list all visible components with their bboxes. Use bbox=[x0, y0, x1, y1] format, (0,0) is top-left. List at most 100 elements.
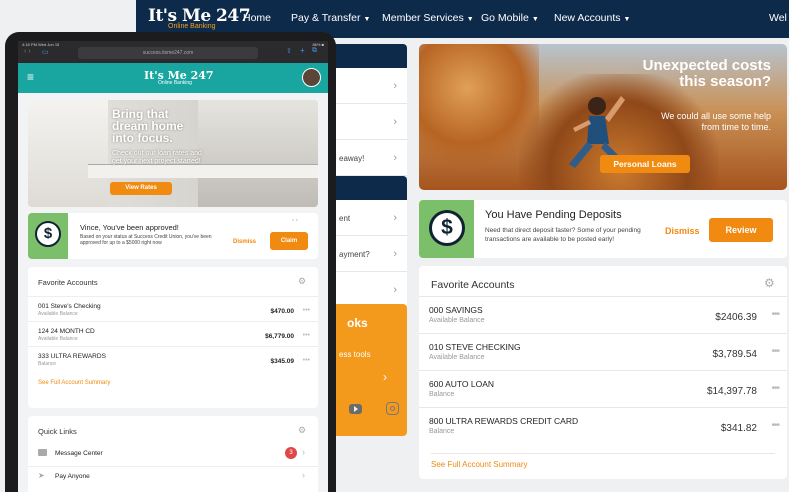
view-rates-button[interactable]: View Rates bbox=[110, 182, 172, 195]
promo-banner-personal-loans: Unexpected costs this season? We could a… bbox=[419, 44, 787, 190]
chevron-right-icon: › bbox=[302, 447, 305, 457]
promo-title: oks bbox=[347, 316, 368, 330]
chevron-right-icon: › bbox=[383, 370, 387, 384]
notification-badge: 3 bbox=[285, 447, 297, 459]
mid-card-header bbox=[333, 176, 407, 200]
desktop-background: It's Me 247 Online Banking Home Pay & Tra… bbox=[0, 0, 789, 492]
pending-deposits-card: $ You Have Pending Deposits Need that di… bbox=[419, 200, 787, 258]
more-icon[interactable]: ••• bbox=[303, 332, 310, 339]
account-row[interactable]: 800 ULTRA REWARDS CREDIT CARD Balance $3… bbox=[419, 407, 787, 444]
see-full-summary-link[interactable]: See Full Account Summary bbox=[38, 380, 110, 386]
nav-new-accounts[interactable]: New Accounts ▼ bbox=[554, 12, 630, 24]
tabs-icon[interactable]: ⧉ bbox=[312, 47, 317, 55]
chevron-right-icon: › bbox=[302, 470, 305, 480]
nav-member-services[interactable]: Member Services ▼ bbox=[382, 12, 474, 24]
mid-list-item[interactable]: ent › bbox=[333, 200, 407, 236]
nav-welcome[interactable]: Wel bbox=[769, 12, 787, 24]
mobile-banner-subtext: Check out our loan rates and get your ne… bbox=[112, 150, 202, 165]
quick-link-pay-anyone[interactable]: ➤ Pay Anyone › bbox=[28, 466, 318, 486]
hamburger-menu-icon[interactable]: ≡ bbox=[27, 71, 34, 83]
back-forward-icon[interactable]: ‹ › bbox=[24, 48, 31, 55]
quick-link-message-center[interactable]: Message Center 3 › bbox=[28, 444, 318, 464]
promo-subtitle: ess tools bbox=[339, 350, 371, 359]
instagram-icon[interactable] bbox=[386, 402, 399, 415]
chevron-right-icon: › bbox=[393, 116, 397, 128]
middle-column: › › eaway! › ent › ayment? › › oks ess tool… bbox=[333, 44, 407, 484]
account-row[interactable]: 001 Steve's Checking Available Balance $… bbox=[28, 296, 318, 321]
dollar-icon: $ bbox=[35, 221, 61, 247]
chevron-right-icon: › bbox=[393, 284, 397, 296]
approval-dismiss-link[interactable]: Dismiss bbox=[233, 239, 256, 245]
personal-loans-button[interactable]: Personal Loans bbox=[600, 155, 690, 173]
youtube-icon[interactable] bbox=[349, 404, 362, 414]
account-row[interactable]: 010 STEVE CHECKING Available Balance $3,… bbox=[419, 333, 787, 370]
chevron-right-icon: › bbox=[393, 80, 397, 92]
browser-toolbar: 4:18 PM Wed Jun 15 86% ■ ‹ › ▭ success.i… bbox=[18, 41, 328, 63]
new-tab-icon[interactable]: + bbox=[300, 46, 305, 55]
chevron-right-icon: › bbox=[393, 212, 397, 224]
account-row[interactable]: 600 AUTO LOAN Balance $14,397.78 ••• bbox=[419, 370, 787, 407]
card-title: Favorite Accounts bbox=[38, 278, 98, 287]
approval-text: Based on your status at Success Credit U… bbox=[80, 234, 212, 246]
account-row[interactable]: 124 24 MONTH CD Available Balance $6,779… bbox=[28, 321, 318, 346]
more-icon[interactable]: ••• bbox=[303, 357, 310, 364]
dollar-icon: $ bbox=[429, 210, 465, 246]
send-icon: ➤ bbox=[38, 471, 45, 480]
pager-dots: ● ● bbox=[292, 217, 298, 222]
card-title: Quick Links bbox=[38, 427, 77, 436]
dollar-tile: $ bbox=[419, 200, 474, 258]
mobile-banner-headline: Bring that dream home into focus. bbox=[112, 107, 184, 145]
gear-icon[interactable]: ⚙ bbox=[298, 276, 306, 287]
mid-card-header bbox=[333, 44, 407, 68]
share-icon[interactable]: ⇧ bbox=[286, 47, 292, 55]
banner-headline: Unexpected costs this season? bbox=[642, 57, 771, 90]
status-time: 4:18 PM Wed Jun 15 bbox=[22, 42, 60, 47]
claim-button[interactable]: Claim bbox=[270, 232, 308, 250]
book-icon[interactable]: ▭ bbox=[42, 48, 49, 56]
pending-title: You Have Pending Deposits bbox=[485, 209, 622, 221]
nav-pay-transfer[interactable]: Pay & Transfer ▼ bbox=[291, 12, 370, 24]
mid-list-item[interactable]: ayment? › bbox=[333, 236, 407, 272]
favorite-accounts-card: Favorite Accounts ⚙ 000 SAVINGS Availabl… bbox=[419, 266, 787, 479]
mid-list-item[interactable]: eaway! › bbox=[333, 140, 407, 176]
banner-subtext: We could all use some help from time to … bbox=[661, 111, 771, 132]
promo-tile[interactable]: oks ess tools › bbox=[333, 304, 407, 436]
gear-icon[interactable]: ⚙ bbox=[298, 425, 306, 436]
account-row[interactable]: 333 ULTRA REWARDS Balance $345.09 ••• bbox=[28, 346, 318, 371]
card-title: Favorite Accounts bbox=[431, 279, 515, 291]
nav-home[interactable]: Home bbox=[243, 12, 271, 24]
mobile-header: ≡ It's Me 247 Online Banking bbox=[18, 63, 328, 93]
mobile-logo[interactable]: It's Me 247 Online Banking bbox=[144, 69, 214, 86]
nav-go-mobile[interactable]: Go Mobile ▼ bbox=[481, 12, 539, 24]
mid-list-item[interactable]: › bbox=[333, 104, 407, 140]
url-bar[interactable]: success.itsme247.com bbox=[78, 47, 258, 59]
review-button[interactable]: Review bbox=[709, 218, 773, 242]
more-icon[interactable]: ••• bbox=[771, 383, 779, 394]
approval-title: Vince, You've been approved! bbox=[80, 223, 179, 232]
account-row[interactable]: 000 SAVINGS Available Balance $2406.39 •… bbox=[419, 296, 787, 333]
mobile-promo-banner: Bring that dream home into focus. Check … bbox=[28, 100, 318, 207]
chevron-down-icon: ▼ bbox=[363, 16, 371, 23]
chevron-down-icon: ▼ bbox=[466, 16, 474, 23]
see-full-summary-link[interactable]: See Full Account Summary bbox=[431, 453, 775, 469]
chevron-down-icon: ▼ bbox=[623, 16, 631, 23]
more-icon[interactable]: ••• bbox=[771, 309, 779, 320]
avatar[interactable] bbox=[302, 68, 321, 87]
mid-list-item[interactable]: › bbox=[333, 272, 407, 308]
mid-list-item[interactable]: › bbox=[333, 68, 407, 104]
dismiss-link[interactable]: Dismiss bbox=[665, 226, 700, 236]
chevron-right-icon: › bbox=[393, 248, 397, 260]
more-icon[interactable]: ••• bbox=[771, 420, 779, 431]
tablet-frame: 4:18 PM Wed Jun 15 86% ■ ‹ › ▭ success.i… bbox=[5, 32, 336, 492]
brand-logo[interactable]: It's Me 247 Online Banking bbox=[148, 6, 251, 30]
pending-text: Need that direct deposit faster? Some of… bbox=[485, 227, 641, 243]
tablet-screen: 4:18 PM Wed Jun 15 86% ■ ‹ › ▭ success.i… bbox=[18, 41, 328, 492]
more-icon[interactable]: ••• bbox=[303, 307, 310, 314]
gear-icon[interactable]: ⚙ bbox=[764, 276, 775, 290]
envelope-icon bbox=[38, 449, 47, 456]
chevron-down-icon: ▼ bbox=[531, 16, 539, 23]
more-icon[interactable]: ••• bbox=[771, 346, 779, 357]
approval-card: $ Vince, You've been approved! Based on … bbox=[28, 213, 318, 259]
dollar-tile: $ bbox=[28, 213, 68, 259]
quick-links-card: Quick Links ⚙ Message Center 3 › ➤ Pay A… bbox=[28, 416, 318, 492]
